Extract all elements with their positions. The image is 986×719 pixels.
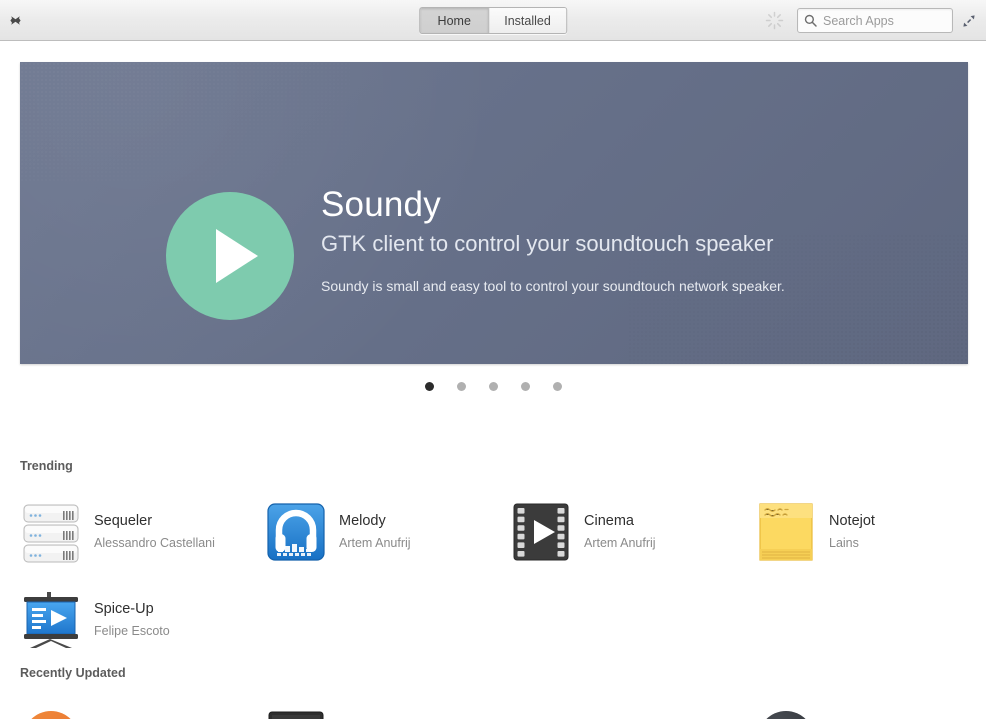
server-stack-icon	[20, 501, 82, 563]
app-author: Felipe Escoto	[94, 623, 170, 638]
restore-icon	[963, 15, 975, 27]
carousel-dot-1[interactable]	[424, 382, 434, 391]
tab-home[interactable]: Home	[420, 8, 489, 33]
headphones-icon	[265, 501, 327, 563]
section-title-trending: Trending	[20, 459, 73, 473]
section-title-recently-updated: Recently Updated	[20, 666, 126, 680]
featured-app-description: Soundy is small and easy tool to control…	[321, 277, 785, 294]
presentation-icon	[20, 589, 82, 651]
close-icon	[10, 16, 21, 25]
app-cell-empty	[245, 576, 490, 664]
featured-app-summary: GTK client to control your soundtouch sp…	[321, 230, 774, 256]
app-grid-recently-updated: NikiTorikul Habib ScreenRecStevy THOMAS …	[0, 695, 986, 719]
sticky-note-icon	[755, 501, 817, 563]
app-author: Artem Anufrij	[339, 535, 411, 550]
app-cell-empty	[735, 576, 980, 664]
close-window-button[interactable]	[7, 12, 24, 29]
app-name: Cinema	[584, 513, 634, 530]
view-mode-switch: Home Installed	[419, 7, 567, 34]
search-icon	[804, 14, 817, 27]
app-name: Notejot	[829, 513, 875, 530]
monitor-record-icon	[265, 708, 327, 719]
app-card-melody[interactable]: Melody Artem Anufrij	[245, 488, 490, 576]
carousel-dots	[0, 382, 986, 391]
app-row: Spice-Up Felipe Escoto	[0, 576, 986, 664]
app-row: Sequeler Alessandro Castellani Melody Arte…	[0, 488, 986, 576]
app-meta: Sequeler Alessandro Castellani	[94, 512, 215, 552]
app-row: NikiTorikul Habib ScreenRecStevy THOMAS …	[0, 695, 986, 719]
app-cell-empty	[490, 576, 735, 664]
app-meta: Melody Artem Anufrij	[339, 512, 411, 552]
search-input[interactable]	[823, 13, 946, 28]
app-card-screenrec[interactable]: ScreenRecStevy THOMAS (dr_Styki)	[245, 695, 490, 719]
app-card-spice-up[interactable]: Spice-Up Felipe Escoto	[0, 576, 245, 664]
app-card-notejot[interactable]: Notejot Lains	[735, 488, 980, 576]
play-triangle-icon	[216, 229, 258, 283]
main-content: Soundy GTK client to control your soundt…	[0, 41, 986, 719]
app-author: Alessandro Castellani	[94, 535, 215, 550]
spinner-icon	[765, 11, 784, 30]
play-circle-icon	[166, 192, 294, 320]
carousel-dot-4[interactable]	[520, 382, 530, 391]
app-meta: Notejot Lains	[829, 512, 875, 552]
akira-arrow-icon	[755, 708, 817, 719]
film-strip-icon	[510, 501, 572, 563]
app-card-cinema[interactable]: Cinema Artem Anufrij	[490, 488, 735, 576]
app-name: Melody	[339, 513, 386, 530]
app-author: Lains	[829, 535, 859, 550]
restore-window-button[interactable]	[960, 12, 978, 30]
app-author: Artem Anufrij	[584, 535, 656, 550]
app-meta: Cinema Artem Anufrij	[584, 512, 656, 552]
tab-installed[interactable]: Installed	[488, 8, 566, 33]
featured-banner[interactable]: Soundy GTK client to control your soundt…	[20, 62, 968, 364]
carousel-dot-3[interactable]	[488, 382, 498, 391]
app-card-norka[interactable]: NorkaAndrey Maksimov	[490, 695, 735, 719]
featured-app-title: Soundy	[321, 185, 441, 224]
app-name: Sequeler	[94, 513, 153, 530]
carousel-dot-5[interactable]	[552, 382, 562, 391]
featured-banner-text: Soundy GTK client to control your soundt…	[321, 185, 921, 297]
app-card-niki[interactable]: NikiTorikul Habib	[0, 695, 245, 719]
mink-icon	[510, 708, 572, 719]
search-box[interactable]	[797, 8, 953, 33]
window-headerbar: Home Installed	[0, 0, 986, 41]
app-card-akira[interactable]: AkiraAlessandro Castellani	[735, 695, 980, 719]
app-name: Spice-Up	[94, 601, 154, 618]
music-film-icon	[20, 708, 82, 719]
app-grid-trending: Sequeler Alessandro Castellani Melody Arte…	[0, 488, 986, 664]
app-meta: Spice-Up Felipe Escoto	[94, 600, 170, 640]
hero-texture-topleft	[20, 62, 350, 182]
app-card-sequeler[interactable]: Sequeler Alessandro Castellani	[0, 488, 245, 576]
carousel-dot-2[interactable]	[456, 382, 466, 391]
